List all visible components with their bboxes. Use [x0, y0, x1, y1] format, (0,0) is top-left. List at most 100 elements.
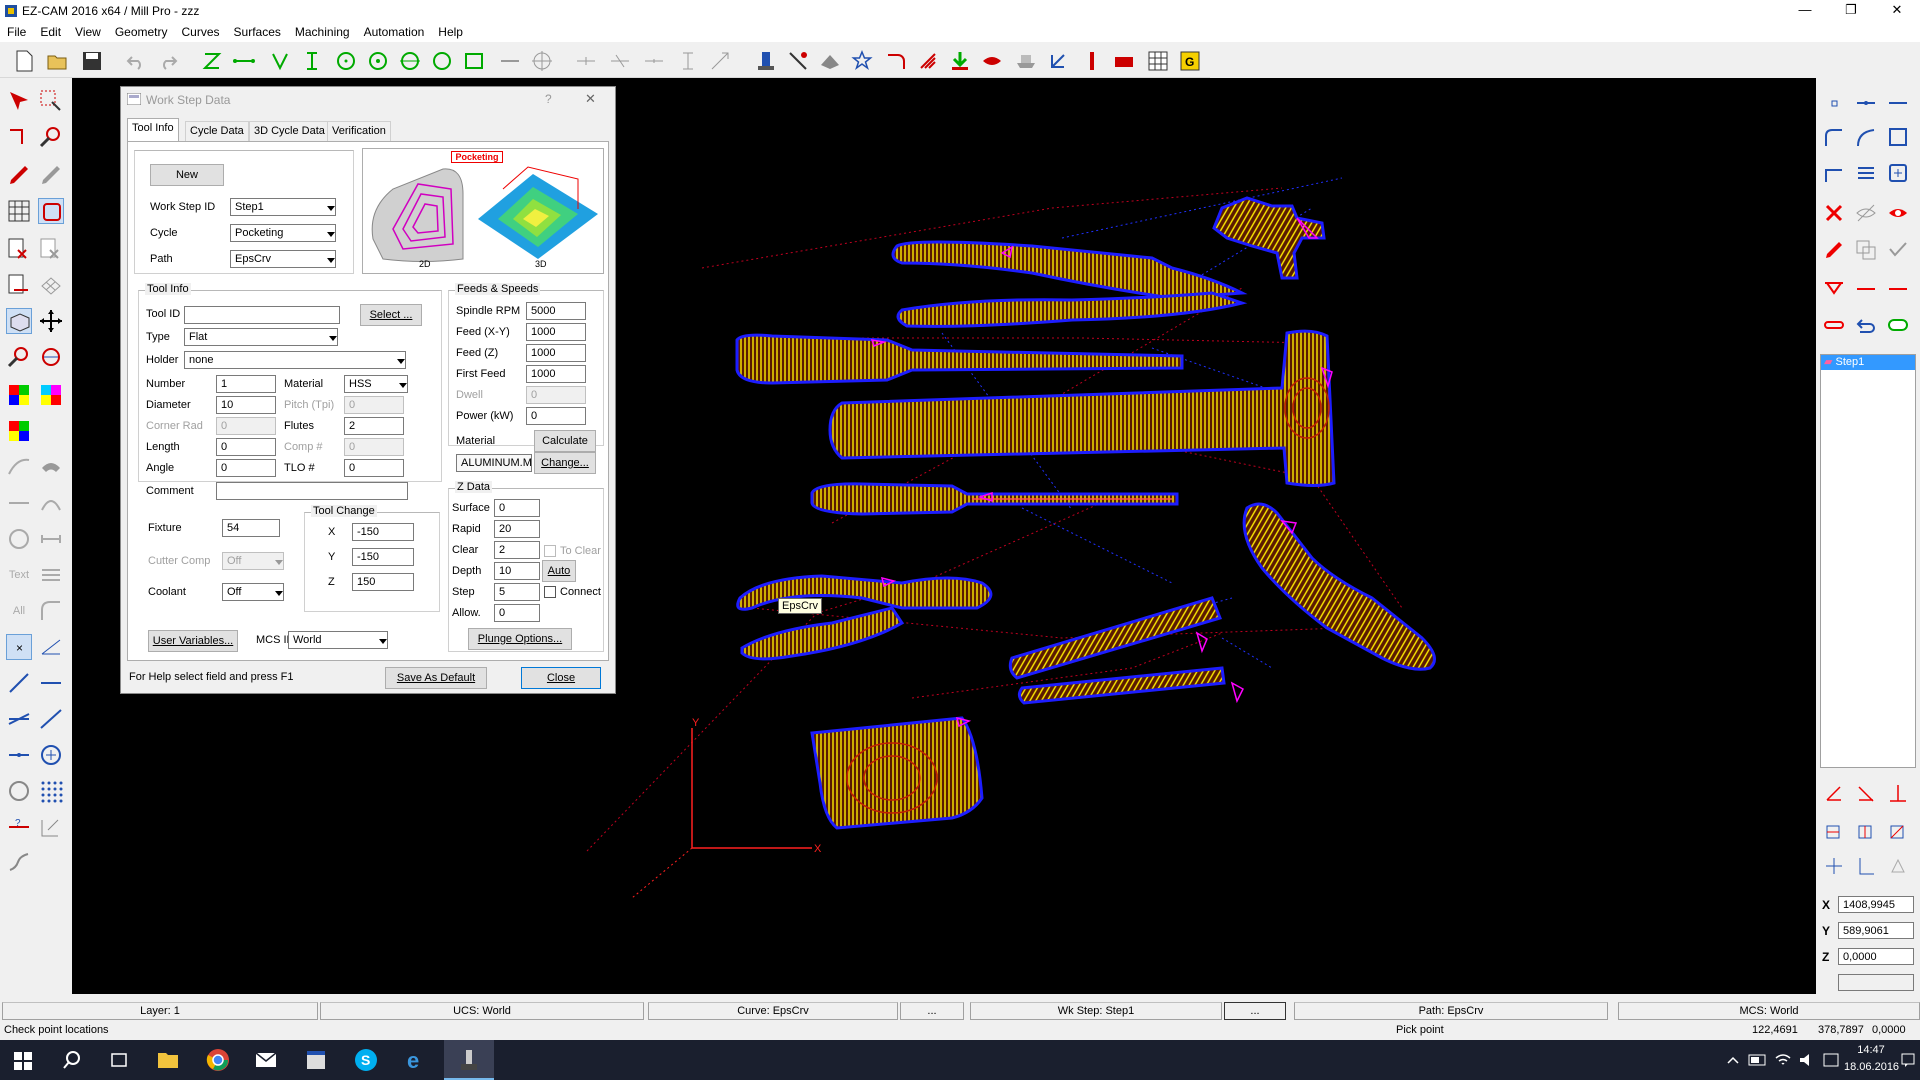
- pen2-icon[interactable]: [38, 162, 64, 188]
- red-x-icon[interactable]: [1822, 202, 1846, 224]
- tool-icon[interactable]: [1080, 49, 1104, 73]
- all-tool-icon[interactable]: All: [6, 598, 32, 624]
- delete-icon[interactable]: [6, 236, 32, 262]
- coord-extra-field[interactable]: [1838, 974, 1914, 991]
- fixture-field[interactable]: 54: [222, 519, 280, 537]
- surface-field[interactable]: 0: [494, 499, 540, 517]
- close-button[interactable]: Close: [521, 667, 601, 689]
- ucs-yz-icon[interactable]: [1886, 782, 1910, 804]
- probe-icon[interactable]: [6, 850, 32, 876]
- plane-yz-icon[interactable]: [1886, 818, 1910, 840]
- pen-icon[interactable]: [6, 162, 32, 188]
- chain-icon[interactable]: [6, 124, 32, 150]
- transform-icon[interactable]: [38, 814, 64, 840]
- angle-line-icon[interactable]: [268, 49, 292, 73]
- step-field[interactable]: 5: [494, 583, 540, 601]
- status-path[interactable]: Path: EpsCrv: [1294, 1002, 1608, 1020]
- search-icon[interactable]: [62, 1050, 82, 1070]
- z-line-icon[interactable]: [200, 49, 224, 73]
- length-field[interactable]: 0: [216, 438, 276, 456]
- path-select[interactable]: EpsCrv: [230, 250, 336, 268]
- rotate-icon[interactable]: [38, 344, 64, 370]
- simulate-icon[interactable]: [1014, 49, 1038, 73]
- stock-icon[interactable]: [1112, 49, 1136, 73]
- break-icon[interactable]: [608, 49, 632, 73]
- star-icon[interactable]: [850, 49, 874, 73]
- new-file-icon[interactable]: [12, 49, 36, 73]
- show-icon[interactable]: [1886, 202, 1910, 224]
- dashpoint-icon[interactable]: [1854, 92, 1878, 114]
- axis-xyz-icon[interactable]: [1822, 854, 1846, 876]
- ime-icon[interactable]: [1822, 1052, 1840, 1068]
- mcs-id-chevron-down-icon[interactable]: [379, 639, 387, 644]
- edit-pen-icon[interactable]: [1822, 238, 1846, 260]
- copy-icon[interactable]: [1854, 238, 1878, 260]
- offset-icon[interactable]: [708, 49, 732, 73]
- horizontal-line-icon[interactable]: [232, 49, 256, 73]
- skype-icon[interactable]: S: [354, 1048, 378, 1072]
- line-tool-icon[interactable]: [6, 490, 32, 516]
- open-folder-icon[interactable]: [46, 49, 70, 73]
- download-icon[interactable]: [948, 49, 972, 73]
- crosshair-icon[interactable]: [530, 49, 554, 73]
- work-step-list[interactable]: ▰ Step1: [1820, 354, 1916, 768]
- circle-add-icon[interactable]: [38, 742, 64, 768]
- status-layer[interactable]: Layer: 1: [2, 1002, 318, 1020]
- capsule-icon[interactable]: [1886, 314, 1910, 336]
- layers-icon[interactable]: [6, 272, 32, 298]
- circle-tangent-icon[interactable]: [398, 49, 422, 73]
- coord-y-field[interactable]: 589,9061: [1838, 922, 1914, 939]
- menu-edit[interactable]: Edit: [33, 22, 68, 39]
- mail-icon[interactable]: [254, 1050, 278, 1070]
- vertical-line-icon[interactable]: [300, 49, 324, 73]
- minimize-button[interactable]: —: [1782, 0, 1828, 22]
- status-mcs[interactable]: MCS: World: [1618, 1002, 1920, 1020]
- tool-change-y-field[interactable]: -150: [352, 548, 414, 566]
- grid-icon[interactable]: [6, 198, 32, 224]
- windows-start-icon[interactable]: [14, 1052, 32, 1070]
- menu-automation[interactable]: Automation: [357, 22, 432, 39]
- menu-curves[interactable]: Curves: [175, 22, 227, 39]
- tab-verification[interactable]: Verification: [327, 121, 391, 141]
- user-variables-button[interactable]: User Variables...: [148, 630, 238, 652]
- work-step-id-select[interactable]: Step1: [230, 198, 336, 216]
- new-button[interactable]: New: [150, 164, 224, 186]
- plane-xy-icon[interactable]: [1822, 818, 1846, 840]
- app-window-icon[interactable]: [304, 1048, 328, 1072]
- plunge-options-button[interactable]: Plunge Options...: [468, 628, 572, 650]
- first-feed-field[interactable]: 1000: [526, 365, 586, 383]
- tool-id-field[interactable]: [184, 306, 340, 324]
- task-view-icon[interactable]: [108, 1050, 130, 1070]
- step-list-item[interactable]: ▰ Step1: [1821, 355, 1915, 370]
- color-palette3-icon[interactable]: [6, 418, 32, 444]
- rapid-field[interactable]: 20: [494, 520, 540, 538]
- tab-tool-info[interactable]: Tool Info: [127, 118, 179, 142]
- spindle-field[interactable]: 5000: [526, 302, 586, 320]
- return-icon[interactable]: [1854, 314, 1878, 336]
- point-tool-icon[interactable]: ×: [6, 634, 32, 660]
- status-curve-more[interactable]: ...: [900, 1002, 964, 1020]
- red-line-icon[interactable]: [1854, 278, 1878, 300]
- menu-help[interactable]: Help: [431, 22, 470, 39]
- axis-gray-icon[interactable]: [1886, 854, 1910, 876]
- plane-xz-icon[interactable]: [1854, 818, 1878, 840]
- circle-center-icon[interactable]: [334, 49, 358, 73]
- circle-3pt-icon[interactable]: [430, 49, 454, 73]
- connect-checkbox[interactable]: [544, 586, 556, 598]
- slot-icon[interactable]: [1822, 314, 1846, 336]
- tool-change-z-field[interactable]: 150: [352, 573, 414, 591]
- machining-icon[interactable]: [754, 49, 778, 73]
- calculate-button[interactable]: Calculate: [534, 430, 596, 452]
- material-chevron-down-icon[interactable]: [399, 383, 407, 388]
- coolant-chevron-down-icon[interactable]: [275, 591, 283, 596]
- angle-line2-icon[interactable]: [6, 706, 32, 732]
- extend-icon[interactable]: [642, 49, 666, 73]
- select-icon[interactable]: [6, 88, 32, 114]
- ucs-xz-icon[interactable]: [1854, 782, 1878, 804]
- dot-grid-icon[interactable]: [38, 778, 64, 804]
- feed-z-field[interactable]: 1000: [526, 344, 586, 362]
- point-small-icon[interactable]: [1822, 92, 1846, 114]
- tray-chevron-up-icon[interactable]: [1726, 1054, 1740, 1066]
- auto-depth-button[interactable]: Auto: [542, 560, 576, 582]
- select-window-icon[interactable]: [38, 88, 64, 114]
